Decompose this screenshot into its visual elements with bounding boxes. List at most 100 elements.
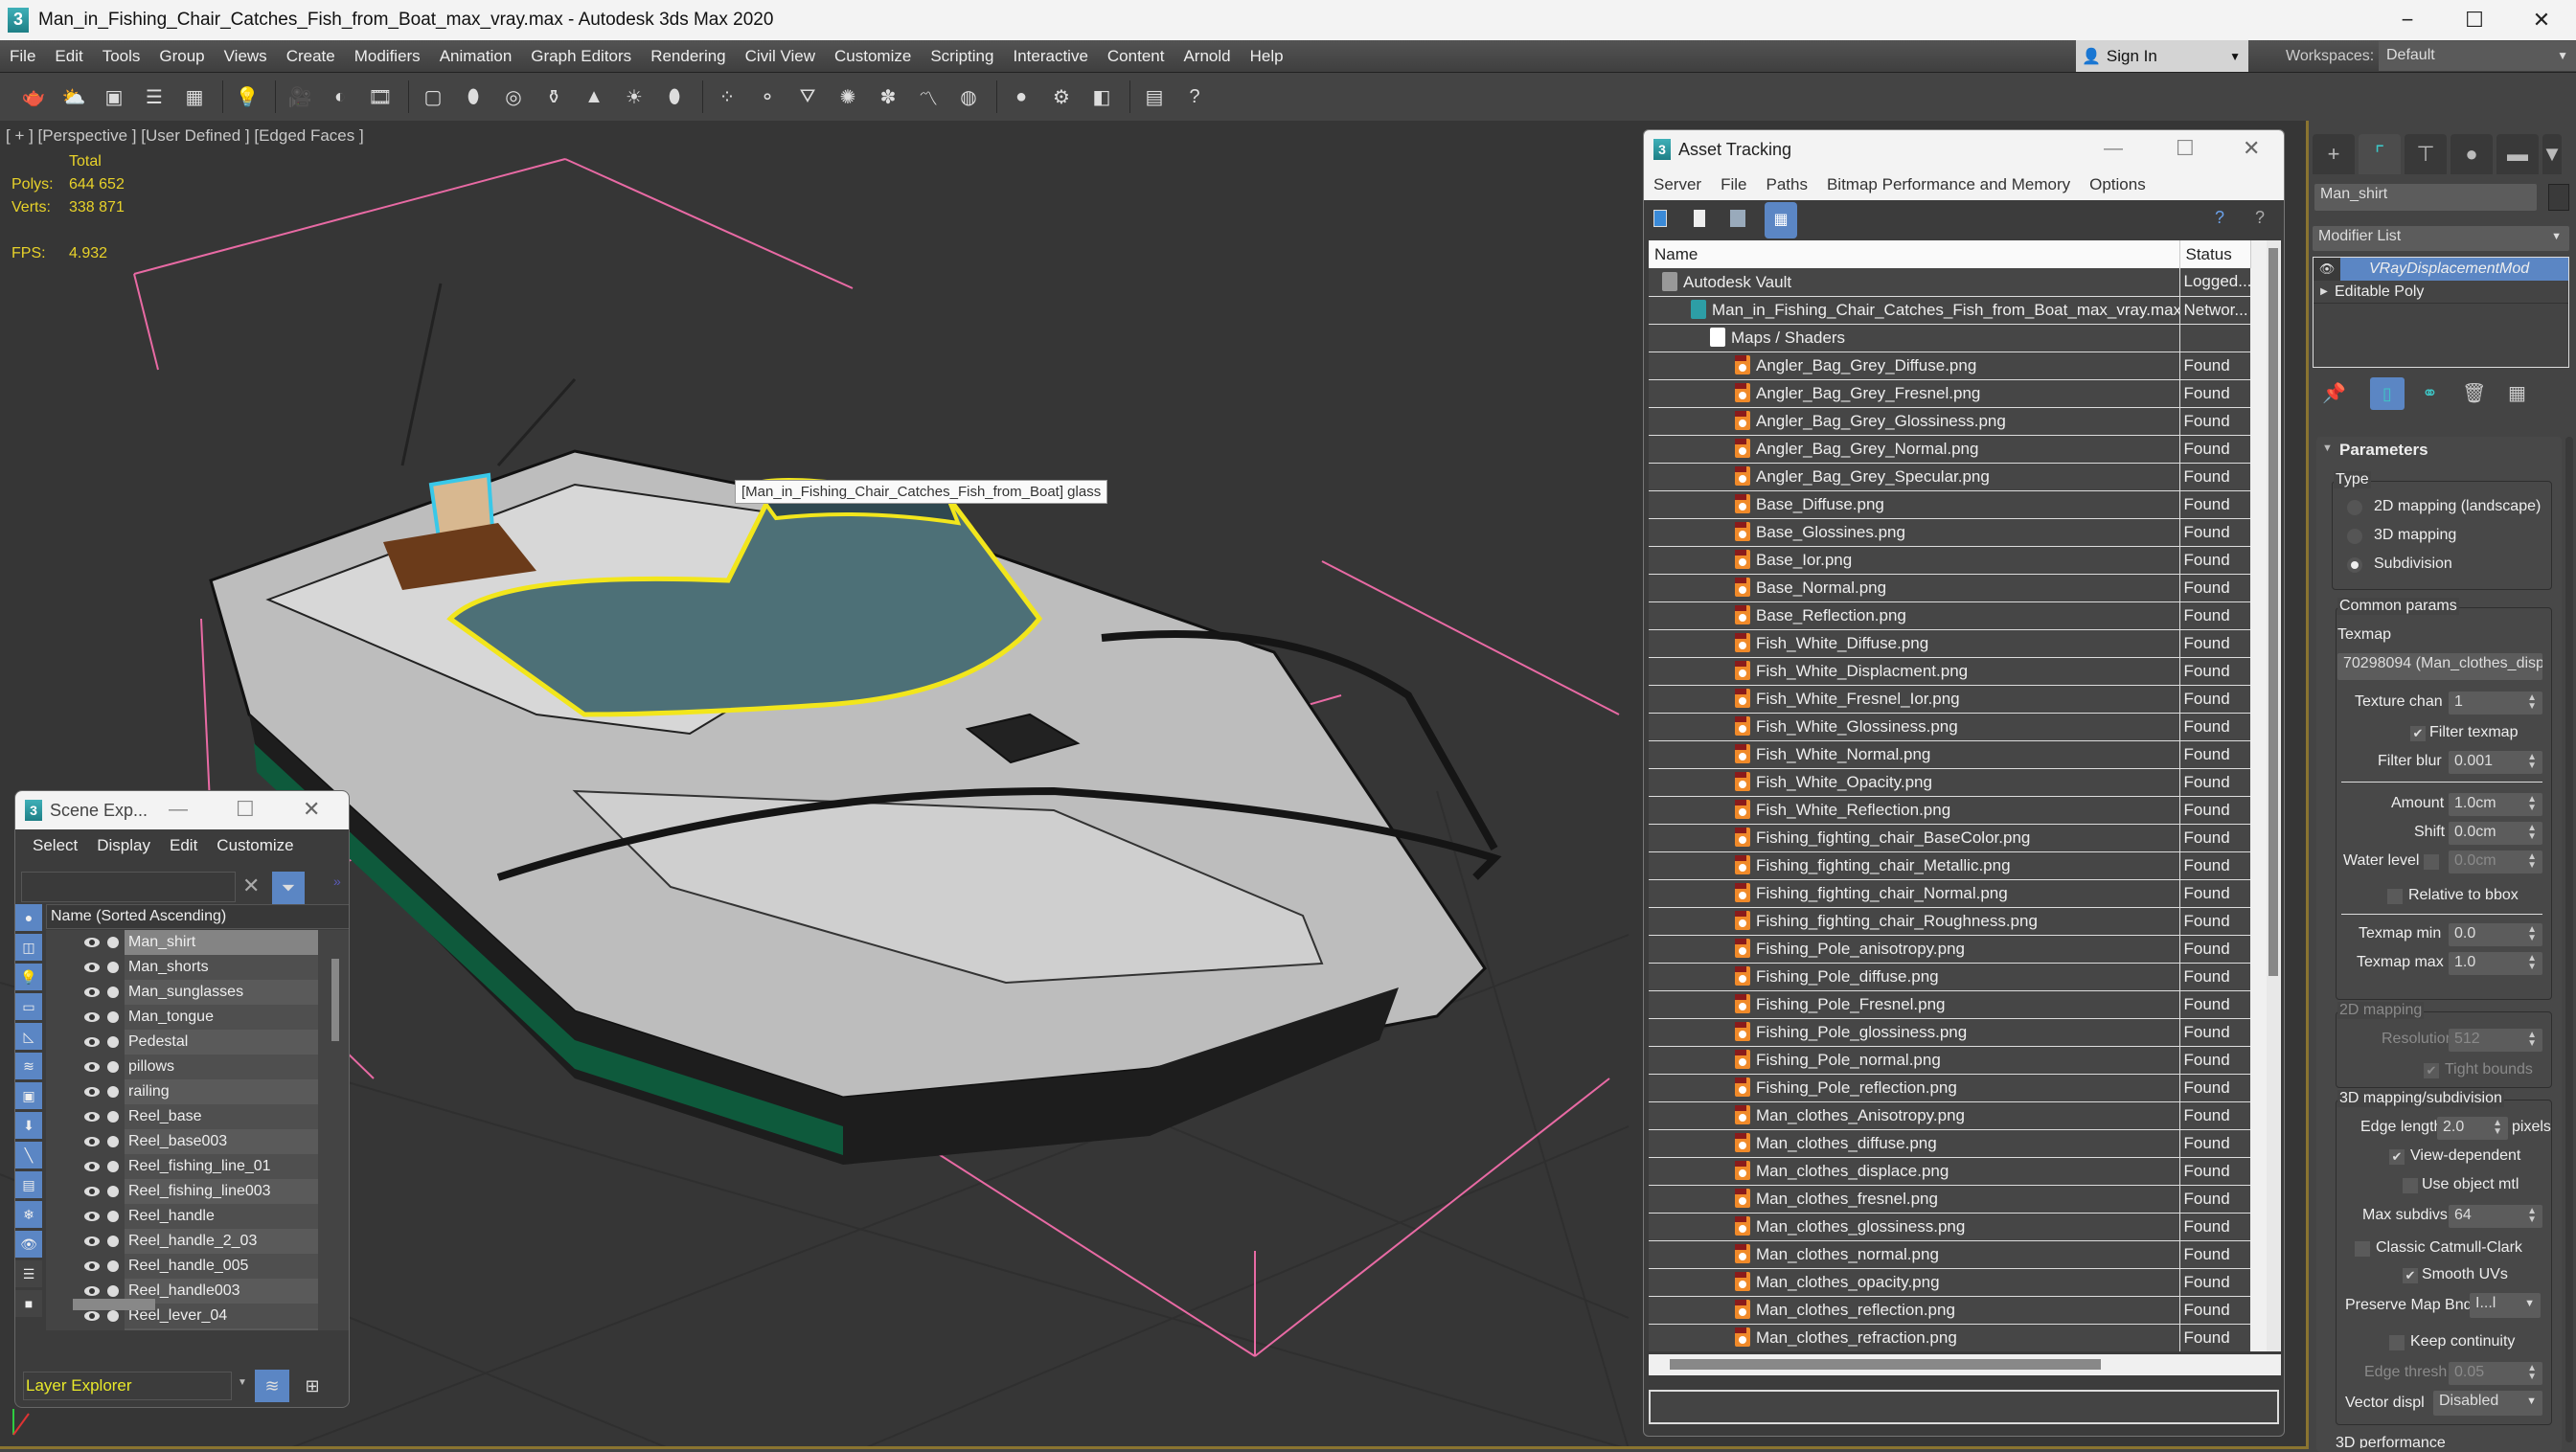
- spinner-arrows-icon[interactable]: ▲ ▼: [2527, 824, 2537, 842]
- material-editor-icon[interactable]: ⚙: [1043, 80, 1080, 113]
- scene-object-row[interactable]: Reel_fishing_line_01: [46, 1154, 349, 1179]
- menu-bitmap-performance[interactable]: Bitmap Performance and Memory: [1817, 175, 2080, 194]
- motion-tab-icon[interactable]: ●: [2451, 134, 2493, 174]
- visibility-eye-icon[interactable]: [84, 1311, 100, 1321]
- visibility-eye-icon[interactable]: [84, 1212, 100, 1221]
- spinner-arrows-icon[interactable]: ▲ ▼: [2527, 925, 2537, 943]
- vray-ies-icon[interactable]: ⬮: [455, 80, 491, 113]
- visibility-eye-icon[interactable]: [84, 1162, 100, 1171]
- scene-object-row[interactable]: Reel_fishing_line003: [46, 1179, 349, 1204]
- menu-customize[interactable]: Customize: [825, 47, 921, 66]
- physical-camera-icon[interactable]: 🎞: [362, 80, 399, 113]
- help-icon[interactable]: ?: [1176, 80, 1213, 113]
- geometry-filter-icon[interactable]: ●: [15, 904, 42, 931]
- layer-list-icon[interactable]: ☰: [136, 80, 172, 113]
- scene-object-row[interactable]: Pedestal: [46, 1030, 349, 1055]
- visibility-eye-icon[interactable]: [84, 1012, 100, 1022]
- scene-object-row[interactable]: Man_shorts: [46, 955, 349, 980]
- menu-tools[interactable]: Tools: [93, 47, 150, 66]
- layer-panel-icon[interactable]: ▦: [176, 80, 213, 113]
- spacewarps-filter-icon[interactable]: ≋: [15, 1053, 42, 1079]
- material-sphere-icon[interactable]: ●: [1003, 80, 1039, 113]
- menu-scripting[interactable]: Scripting: [921, 47, 1003, 66]
- asset-row[interactable]: Fishing_Pole_reflection.png Found: [1649, 1074, 2250, 1102]
- visibility-eye-icon[interactable]: [84, 1261, 100, 1271]
- minimize-button[interactable]: —: [169, 799, 188, 821]
- vray-hair-icon[interactable]: 〽: [910, 80, 946, 113]
- asset-row[interactable]: Man_clothes_diffuse.png Found: [1649, 1129, 2250, 1158]
- view-dependent-label[interactable]: View-dependent: [2410, 1147, 2520, 1165]
- asset-row[interactable]: Fish_White_Normal.png Found: [1649, 740, 2250, 769]
- visibility-eye-icon[interactable]: [84, 1236, 100, 1246]
- pin-stack-icon[interactable]: 📌: [2322, 381, 2346, 405]
- visibility-eye-icon[interactable]: [84, 987, 100, 997]
- menu-content[interactable]: Content: [1098, 47, 1174, 66]
- scene-object-row[interactable]: Man_tongue: [46, 1005, 349, 1030]
- asset-path-field[interactable]: [1649, 1390, 2279, 1424]
- asset-row[interactable]: Angler_Bag_Grey_Normal.png Found: [1649, 435, 2250, 464]
- render-toggle-icon[interactable]: [107, 1186, 119, 1197]
- asset-row[interactable]: Fish_White_Diffuse.png Found: [1649, 629, 2250, 658]
- render-toggle-icon[interactable]: [107, 937, 119, 948]
- column-header-name[interactable]: Name: [1649, 240, 2180, 268]
- spinner-arrows-icon[interactable]: ▲ ▼: [2527, 795, 2537, 813]
- camera-icon[interactable]: 🎥: [282, 80, 318, 113]
- visibility-eye-icon[interactable]: [84, 1087, 100, 1097]
- texmap-max-spinner[interactable]: 1.0 ▲ ▼: [2449, 952, 2542, 975]
- menu-create[interactable]: Create: [277, 47, 345, 66]
- vray-ambient-light-icon[interactable]: ▲: [576, 80, 612, 113]
- visibility-eye-icon[interactable]: [84, 1187, 100, 1196]
- scene-object-row[interactable]: Man_shirt: [46, 930, 349, 955]
- spinner-arrows-icon[interactable]: ▲ ▼: [2527, 753, 2537, 771]
- vray-proxy-icon[interactable]: ⚱: [536, 80, 572, 113]
- vray-clipper-icon[interactable]: ⚬: [749, 80, 786, 113]
- context-help-icon[interactable]: ?: [2255, 208, 2265, 228]
- visibility-eye-icon[interactable]: [84, 1286, 100, 1296]
- edge-length-spinner[interactable]: 2.0 ▲ ▼: [2437, 1117, 2508, 1140]
- classic-catmull-clark-checkbox[interactable]: [2355, 1241, 2370, 1257]
- asset-row[interactable]: Man_clothes_Anisotropy.png Found: [1649, 1101, 2250, 1130]
- asset-row[interactable]: Fishing_Pole_diffuse.png Found: [1649, 963, 2250, 991]
- texmap-button[interactable]: 70298094 (Man_clothes_displ: [2337, 653, 2542, 680]
- column-header-name[interactable]: Name (Sorted Ascending): [46, 904, 349, 929]
- modifier-stack-item[interactable]: ▶ Editable Poly: [2314, 281, 2568, 304]
- spinner-arrows-icon[interactable]: ▲ ▼: [2527, 693, 2537, 712]
- display-tab-icon[interactable]: ▬: [2496, 134, 2539, 174]
- menu-display[interactable]: Display: [87, 836, 160, 855]
- menu-animation[interactable]: Animation: [430, 47, 522, 66]
- relative-bbox-label[interactable]: Relative to bbox: [2408, 887, 2519, 904]
- render-toggle-icon[interactable]: [107, 1086, 119, 1098]
- view-dependent-checkbox[interactable]: ✔: [2389, 1149, 2405, 1165]
- command-panel-scrollbar[interactable]: [2565, 437, 2573, 1442]
- sort-by-hierarchy-icon[interactable]: ⊞: [295, 1370, 330, 1402]
- vray-dome-icon[interactable]: ⬮: [656, 80, 693, 113]
- filter-blur-spinner[interactable]: 0.001 ▲ ▼: [2449, 751, 2542, 774]
- cloud-icon[interactable]: ⛅: [56, 80, 92, 113]
- maximize-button[interactable]: ☐: [236, 797, 255, 822]
- horizontal-scrollbar[interactable]: [1649, 1354, 2281, 1375]
- keep-continuity-checkbox[interactable]: [2389, 1335, 2405, 1350]
- tree-view-icon[interactable]: [1730, 210, 1745, 227]
- asset-row[interactable]: Base_Diffuse.png Found: [1649, 490, 2250, 519]
- asset-row[interactable]: Man_in_Fishing_Chair_Catches_Fish_from_B…: [1649, 296, 2250, 325]
- minimize-button[interactable]: —: [2104, 138, 2123, 160]
- relative-bbox-checkbox[interactable]: [2387, 889, 2403, 904]
- asset-row[interactable]: Man_clothes_fresnel.png Found: [1649, 1185, 2250, 1214]
- radio-subdivision[interactable]: [2347, 557, 2362, 573]
- menu-edit[interactable]: Edit: [45, 47, 92, 66]
- sign-in-dropdown[interactable]: 👤 Sign In ▼: [2076, 40, 2248, 72]
- light-lister-icon[interactable]: 💡: [229, 80, 265, 113]
- show-end-result-icon[interactable]: ▯: [2370, 377, 2405, 410]
- visibility-eye-icon[interactable]: [84, 1062, 100, 1072]
- vertical-scrollbar[interactable]: [2267, 240, 2280, 1351]
- radio-2d-mapping[interactable]: [2347, 500, 2362, 515]
- vray-fur-icon[interactable]: ✺: [830, 80, 866, 113]
- scene-object-row[interactable]: railing: [46, 1079, 349, 1104]
- frame-buffer-icon[interactable]: ▤: [1136, 80, 1173, 113]
- render-toggle-icon[interactable]: [107, 1011, 119, 1023]
- asset-row[interactable]: Fish_White_Fresnel_Ior.png Found: [1649, 685, 2250, 714]
- texmap-min-spinner[interactable]: 0.0 ▲ ▼: [2449, 923, 2542, 946]
- menu-file[interactable]: File: [0, 47, 45, 66]
- preserve-map-bnd-dropdown[interactable]: I...l ▼: [2470, 1293, 2541, 1318]
- filter-texmap-label[interactable]: Filter texmap: [2429, 724, 2518, 741]
